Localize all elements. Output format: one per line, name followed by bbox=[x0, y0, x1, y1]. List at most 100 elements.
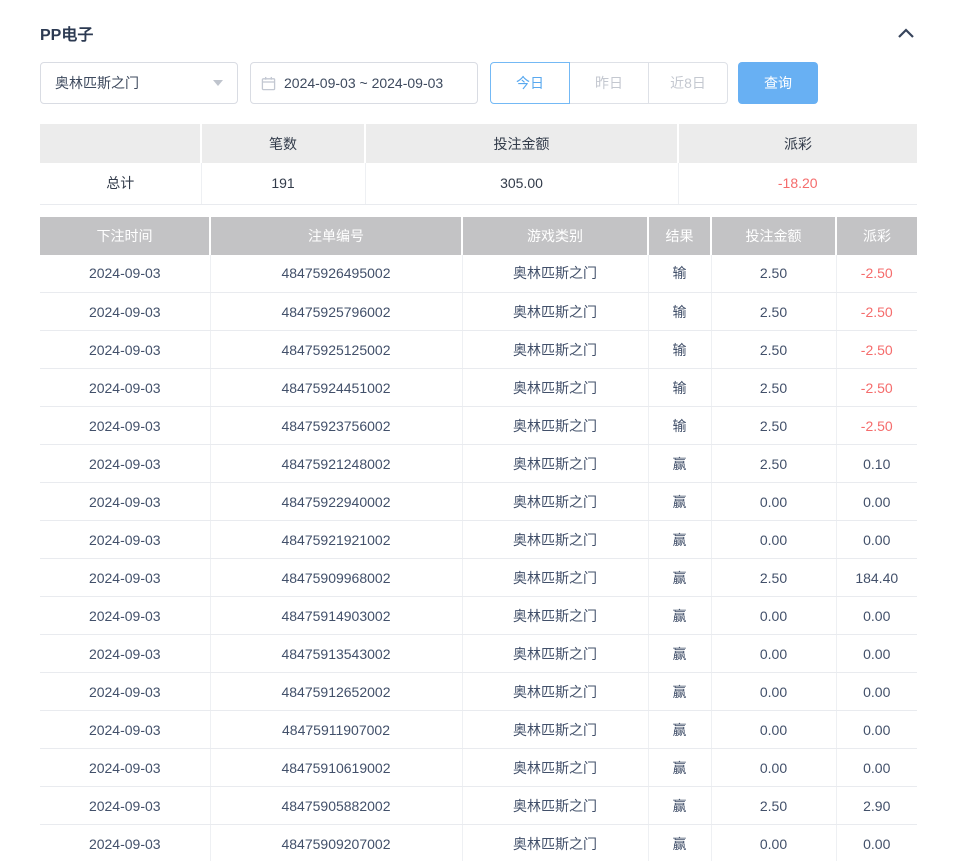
cell-payout: 184.40 bbox=[836, 559, 917, 597]
cell-bet-time: 2024-09-03 bbox=[40, 673, 210, 711]
cell-order-id: 48475909968002 bbox=[210, 559, 462, 597]
pp-electronic-panel: PP电子 奥林匹斯之门 2024-09-03 ~ 2024-09-03 今日 昨… bbox=[0, 0, 957, 861]
bet-records-table: 下注时间 注单编号 游戏类别 结果 投注金额 派彩 2024-09-034847… bbox=[40, 217, 917, 861]
panel-header: PP电子 bbox=[40, 18, 917, 48]
cell-game-type: 奥林匹斯之门 bbox=[462, 749, 648, 787]
table-row: 2024-09-0348475910619002奥林匹斯之门赢0.000.00 bbox=[40, 749, 917, 787]
cell-bet-time: 2024-09-03 bbox=[40, 369, 210, 407]
cell-result: 赢 bbox=[648, 749, 711, 787]
cell-bet-amount: 0.00 bbox=[711, 521, 836, 559]
cell-game-type: 奥林匹斯之门 bbox=[462, 673, 648, 711]
cell-bet-amount: 2.50 bbox=[711, 445, 836, 483]
chevron-up-icon bbox=[897, 27, 915, 39]
cell-order-id: 48475923756002 bbox=[210, 407, 462, 445]
cell-bet-time: 2024-09-03 bbox=[40, 331, 210, 369]
cell-payout: -2.50 bbox=[836, 331, 917, 369]
cell-result: 赢 bbox=[648, 521, 711, 559]
cell-game-type: 奥林匹斯之门 bbox=[462, 635, 648, 673]
cell-bet-time: 2024-09-03 bbox=[40, 711, 210, 749]
cell-payout: 0.00 bbox=[836, 521, 917, 559]
cell-order-id: 48475914903002 bbox=[210, 597, 462, 635]
table-row: 2024-09-0348475914903002奥林匹斯之门赢0.000.00 bbox=[40, 597, 917, 635]
cell-game-type: 奥林匹斯之门 bbox=[462, 711, 648, 749]
cell-payout: 2.90 bbox=[836, 787, 917, 825]
summary-header-row: 笔数 投注金额 派彩 bbox=[40, 124, 917, 163]
quick-range-group: 今日 昨日 近8日 bbox=[490, 62, 728, 104]
cell-bet-time: 2024-09-03 bbox=[40, 635, 210, 673]
cell-order-id: 48475913543002 bbox=[210, 635, 462, 673]
cell-result: 输 bbox=[648, 293, 711, 331]
search-button[interactable]: 查询 bbox=[738, 62, 818, 104]
cell-result: 输 bbox=[648, 255, 711, 293]
summary-bet-value: 305.00 bbox=[365, 163, 678, 204]
cell-bet-amount: 0.00 bbox=[711, 825, 836, 861]
cell-game-type: 奥林匹斯之门 bbox=[462, 293, 648, 331]
cell-result: 赢 bbox=[648, 787, 711, 825]
cell-bet-time: 2024-09-03 bbox=[40, 521, 210, 559]
cell-game-type: 奥林匹斯之门 bbox=[462, 597, 648, 635]
cell-result: 输 bbox=[648, 407, 711, 445]
summary-table: 笔数 投注金额 派彩 总计 191 305.00 -18.20 bbox=[40, 124, 917, 205]
cell-bet-amount: 2.50 bbox=[711, 369, 836, 407]
summary-total-row: 总计 191 305.00 -18.20 bbox=[40, 163, 917, 204]
cell-result: 赢 bbox=[648, 825, 711, 861]
cell-result: 赢 bbox=[648, 445, 711, 483]
cell-result: 赢 bbox=[648, 483, 711, 521]
table-row: 2024-09-0348475924451002奥林匹斯之门输2.50-2.50 bbox=[40, 369, 917, 407]
table-row: 2024-09-0348475905882002奥林匹斯之门赢2.502.90 bbox=[40, 787, 917, 825]
last-8-days-button[interactable]: 近8日 bbox=[648, 62, 728, 104]
cell-bet-amount: 2.50 bbox=[711, 331, 836, 369]
summary-count-value: 191 bbox=[201, 163, 365, 204]
table-row: 2024-09-0348475909207002奥林匹斯之门赢0.000.00 bbox=[40, 825, 917, 861]
cell-order-id: 48475925125002 bbox=[210, 331, 462, 369]
cell-bet-time: 2024-09-03 bbox=[40, 445, 210, 483]
cell-game-type: 奥林匹斯之门 bbox=[462, 559, 648, 597]
calendar-icon bbox=[261, 76, 276, 91]
cell-bet-amount: 2.50 bbox=[711, 293, 836, 331]
table-row: 2024-09-0348475921921002奥林匹斯之门赢0.000.00 bbox=[40, 521, 917, 559]
cell-order-id: 48475921921002 bbox=[210, 521, 462, 559]
cell-result: 输 bbox=[648, 369, 711, 407]
date-range-value: 2024-09-03 ~ 2024-09-03 bbox=[284, 75, 443, 91]
cell-bet-time: 2024-09-03 bbox=[40, 483, 210, 521]
filter-controls: 奥林匹斯之门 2024-09-03 ~ 2024-09-03 今日 昨日 近8日… bbox=[40, 62, 917, 104]
date-range-input[interactable]: 2024-09-03 ~ 2024-09-03 bbox=[250, 62, 478, 104]
cell-result: 赢 bbox=[648, 559, 711, 597]
cell-bet-amount: 0.00 bbox=[711, 597, 836, 635]
cell-bet-time: 2024-09-03 bbox=[40, 749, 210, 787]
cell-bet-amount: 0.00 bbox=[711, 749, 836, 787]
cell-payout: 0.00 bbox=[836, 711, 917, 749]
bet-table-body: 2024-09-0348475926495002奥林匹斯之门输2.50-2.50… bbox=[40, 255, 917, 861]
game-select[interactable]: 奥林匹斯之门 bbox=[40, 62, 238, 104]
collapse-button[interactable] bbox=[895, 25, 917, 41]
cell-order-id: 48475922940002 bbox=[210, 483, 462, 521]
table-row: 2024-09-0348475925125002奥林匹斯之门输2.50-2.50 bbox=[40, 331, 917, 369]
cell-payout: 0.00 bbox=[836, 749, 917, 787]
cell-game-type: 奥林匹斯之门 bbox=[462, 331, 648, 369]
cell-payout: 0.10 bbox=[836, 445, 917, 483]
cell-bet-time: 2024-09-03 bbox=[40, 293, 210, 331]
cell-order-id: 48475905882002 bbox=[210, 787, 462, 825]
cell-result: 输 bbox=[648, 331, 711, 369]
table-row: 2024-09-0348475926495002奥林匹斯之门输2.50-2.50 bbox=[40, 255, 917, 293]
cell-bet-amount: 2.50 bbox=[711, 255, 836, 293]
yesterday-button[interactable]: 昨日 bbox=[569, 62, 649, 104]
bet-table-header-row: 下注时间 注单编号 游戏类别 结果 投注金额 派彩 bbox=[40, 217, 917, 255]
today-button[interactable]: 今日 bbox=[490, 62, 570, 104]
header-payout: 派彩 bbox=[836, 217, 917, 255]
cell-bet-time: 2024-09-03 bbox=[40, 787, 210, 825]
game-select-value: 奥林匹斯之门 bbox=[55, 73, 139, 93]
cell-order-id: 48475912652002 bbox=[210, 673, 462, 711]
cell-result: 赢 bbox=[648, 711, 711, 749]
page-title: PP电子 bbox=[40, 21, 93, 45]
cell-game-type: 奥林匹斯之门 bbox=[462, 369, 648, 407]
chevron-down-icon bbox=[213, 80, 223, 86]
summary-payout-value: -18.20 bbox=[678, 163, 917, 204]
summary-header-bet: 投注金额 bbox=[365, 124, 678, 163]
cell-bet-time: 2024-09-03 bbox=[40, 559, 210, 597]
cell-payout: 0.00 bbox=[836, 635, 917, 673]
cell-game-type: 奥林匹斯之门 bbox=[462, 445, 648, 483]
table-row: 2024-09-0348475912652002奥林匹斯之门赢0.000.00 bbox=[40, 673, 917, 711]
cell-order-id: 48475924451002 bbox=[210, 369, 462, 407]
cell-game-type: 奥林匹斯之门 bbox=[462, 825, 648, 861]
